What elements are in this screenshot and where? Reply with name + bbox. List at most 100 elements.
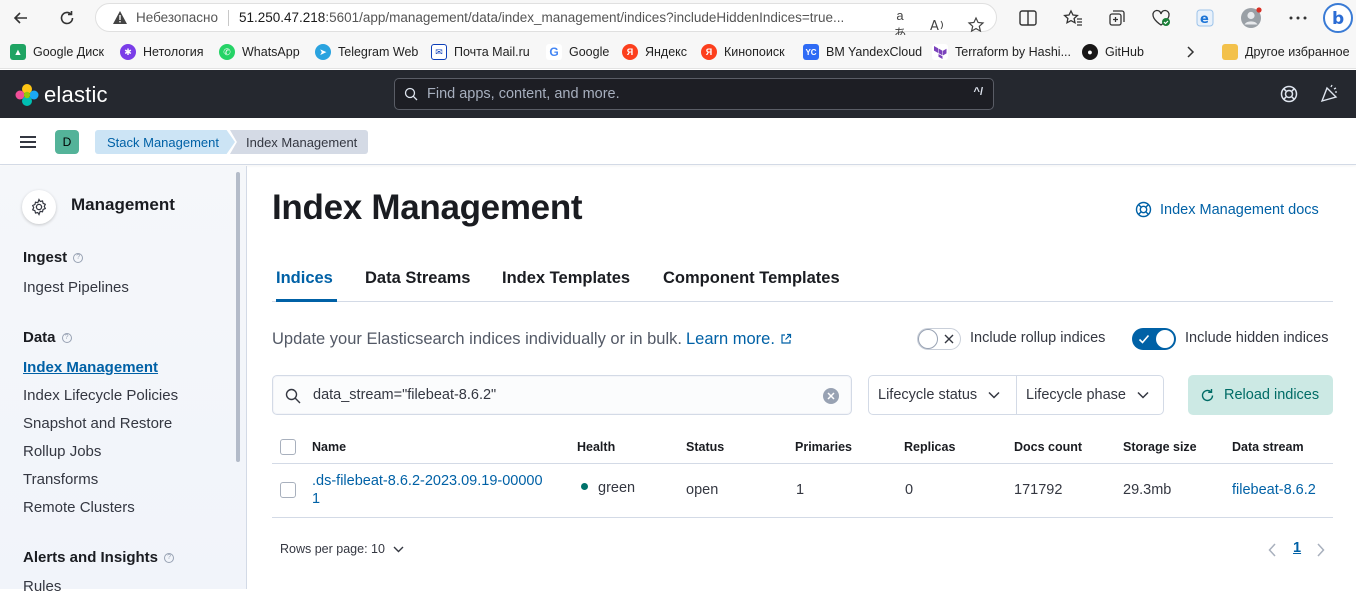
help-tooltip-icon[interactable]: ? — [61, 332, 72, 343]
help-tooltip-icon[interactable]: ? — [73, 252, 84, 263]
sidenav-group-data: Data? — [23, 329, 72, 346]
lifecycle-phase-filter[interactable]: Lifecycle phase — [1026, 376, 1149, 414]
data-stream-link[interactable]: filebeat-8.6.2 — [1232, 482, 1316, 498]
browser-essentials-icon[interactable] — [1148, 5, 1174, 31]
column-header-health[interactable]: Health — [577, 440, 615, 454]
index-management-docs-link[interactable]: Index Management docs — [1135, 201, 1319, 218]
sidenav-item-transforms[interactable]: Transforms — [23, 471, 98, 488]
include-hidden-toggle[interactable] — [1132, 328, 1176, 350]
svg-text:A: A — [930, 19, 939, 32]
breadcrumb-index-management: Index Management — [230, 130, 368, 154]
bookmark-yandex-cloud[interactable]: YC BM YandexCloud — [803, 43, 922, 61]
index-name-link[interactable]: .ds-filebeat-8.6.2-2023.09.19-00000 1 — [312, 472, 543, 508]
favorites-icon[interactable] — [1060, 5, 1086, 31]
breadcrumb-stack-management[interactable]: Stack Management — [95, 130, 235, 154]
column-header-docs-count[interactable]: Docs count — [1014, 440, 1082, 454]
sidenav-group-ingest: Ingest? — [23, 249, 84, 266]
column-header-replicas[interactable]: Replicas — [904, 440, 955, 454]
back-icon[interactable] — [8, 5, 34, 31]
sidenav-item-index-lifecycle-policies[interactable]: Index Lifecycle Policies — [23, 387, 178, 404]
page-number-current[interactable]: 1 — [1293, 540, 1301, 556]
bookmark-yandex[interactable]: Я Яндекс — [622, 43, 687, 61]
lifecycle-phase-label: Lifecycle phase — [1026, 387, 1126, 403]
global-search-input[interactable]: Find apps, content, and more. ^/ — [394, 78, 994, 110]
browser-toolbar: Небезопасно 51.250.47.218:5601/app/manag… — [0, 0, 1356, 41]
select-all-checkbox[interactable] — [280, 439, 296, 455]
sidenav-scrollbar[interactable] — [236, 172, 240, 462]
bookmark-telegram[interactable]: ➤ Telegram Web — [315, 43, 418, 61]
address-bar[interactable]: Небезопасно 51.250.47.218:5601/app/manag… — [95, 3, 997, 41]
space-avatar[interactable]: D — [55, 130, 79, 154]
url-text[interactable]: 51.250.47.218:5601/app/management/data/i… — [239, 10, 867, 25]
toggle-check-icon — [1138, 334, 1150, 344]
column-header-name[interactable]: Name — [312, 440, 346, 454]
previous-page-icon[interactable] — [1268, 543, 1277, 557]
column-header-data-stream[interactable]: Data stream — [1232, 440, 1304, 454]
edge-extension-icon[interactable]: e — [1192, 5, 1218, 31]
bing-copilot-icon[interactable]: b — [1323, 3, 1353, 33]
tab-indices[interactable]: Indices — [276, 269, 333, 288]
row-select-checkbox[interactable] — [280, 482, 296, 498]
bookmark-github[interactable]: ● GitHub — [1082, 43, 1144, 61]
refresh-icon[interactable] — [54, 5, 80, 31]
refresh-icon — [1200, 388, 1215, 403]
bookmark-terraform[interactable]: Terraform by Hashi... — [932, 43, 1071, 61]
elastic-cluster-icon — [15, 84, 39, 106]
telegram-icon: ➤ — [315, 44, 331, 60]
tab-component-templates[interactable]: Component Templates — [663, 269, 840, 288]
tab-data-streams[interactable]: Data Streams — [365, 269, 470, 288]
learn-more-link[interactable]: Learn more. — [686, 330, 775, 348]
yandex-cloud-icon: YC — [803, 44, 819, 60]
table-row: .ds-filebeat-8.6.2-2023.09.19-00000 1 gre… — [272, 464, 1333, 518]
sidenav-item-ingest-pipelines[interactable]: Ingest Pipelines — [23, 279, 129, 296]
sidenav-item-index-management[interactable]: Index Management — [23, 359, 158, 376]
bookmark-google-drive[interactable]: ▲ Google Диск — [10, 43, 104, 61]
bookmark-mail[interactable]: ✉ Почта Mail.ru — [431, 43, 530, 61]
svg-text:b: b — [1332, 9, 1344, 29]
sidenav-item-remote-clusters[interactable]: Remote Clusters — [23, 499, 135, 516]
news-feed-icon[interactable] — [1317, 82, 1341, 106]
rows-per-page-selector[interactable]: Rows per page: 10 — [280, 542, 404, 556]
include-hidden-label: Include hidden indices — [1185, 330, 1329, 346]
search-icon — [285, 388, 301, 404]
lifecycle-filters: Lifecycle status Lifecycle phase — [868, 375, 1164, 415]
google-icon: G — [546, 44, 562, 60]
sidenav-item-rollup-jobs[interactable]: Rollup Jobs — [23, 443, 101, 460]
global-search-placeholder: Find apps, content, and more. — [427, 86, 620, 102]
bookmark-google[interactable]: G Google — [546, 43, 609, 61]
bookmark-kinopoisk[interactable]: Я Кинопоиск — [701, 43, 785, 61]
help-tooltip-icon[interactable]: ? — [164, 552, 175, 563]
profile-avatar-icon[interactable] — [1238, 5, 1264, 31]
indices-search-input[interactable]: data_stream="filebeat-8.6.2" — [272, 375, 852, 415]
elastic-logo[interactable]: elastic — [15, 82, 108, 108]
lifecycle-status-filter[interactable]: Lifecycle status — [878, 376, 1000, 414]
reload-indices-button[interactable]: Reload indices — [1188, 375, 1333, 415]
sidenav-group-alerts-insights: Alerts and Insights? — [23, 549, 175, 566]
next-page-icon[interactable] — [1316, 543, 1325, 557]
help-icon[interactable] — [1277, 82, 1301, 106]
health-status: green — [581, 480, 635, 496]
search-shortcut-hint: ^/ — [973, 86, 983, 98]
sidenav-item-rules[interactable]: Rules — [23, 578, 61, 595]
favorite-star-icon[interactable] — [966, 16, 986, 34]
sidenav-title: Management — [71, 195, 175, 214]
bookmarks-overflow-chevron-icon[interactable] — [1186, 43, 1196, 61]
clear-search-icon[interactable] — [823, 388, 839, 404]
read-aloud-icon[interactable]: A — [928, 18, 948, 32]
collections-icon[interactable] — [1104, 5, 1130, 31]
sidenav-item-snapshot-and-restore[interactable]: Snapshot and Restore — [23, 415, 172, 432]
split-screen-icon[interactable] — [1015, 5, 1041, 31]
column-header-status[interactable]: Status — [686, 440, 724, 454]
kibana-header: elastic Find apps, content, and more. ^/ — [0, 70, 1356, 118]
column-header-storage-size[interactable]: Storage size — [1123, 440, 1197, 454]
bookmark-whatsapp[interactable]: ✆ WhatsApp — [219, 43, 300, 61]
bookmark-netology[interactable]: ✱ Нетология — [120, 43, 204, 61]
tab-index-templates[interactable]: Index Templates — [502, 269, 630, 288]
more-options-icon[interactable] — [1285, 5, 1311, 31]
storage-size: 29.3mb — [1123, 482, 1172, 498]
toggle-knob — [1155, 329, 1175, 349]
hamburger-menu-icon[interactable] — [17, 131, 39, 153]
other-bookmarks-folder[interactable]: Другое избранное — [1222, 43, 1350, 61]
column-header-primaries[interactable]: Primaries — [795, 440, 852, 454]
include-rollup-toggle[interactable] — [917, 328, 961, 350]
